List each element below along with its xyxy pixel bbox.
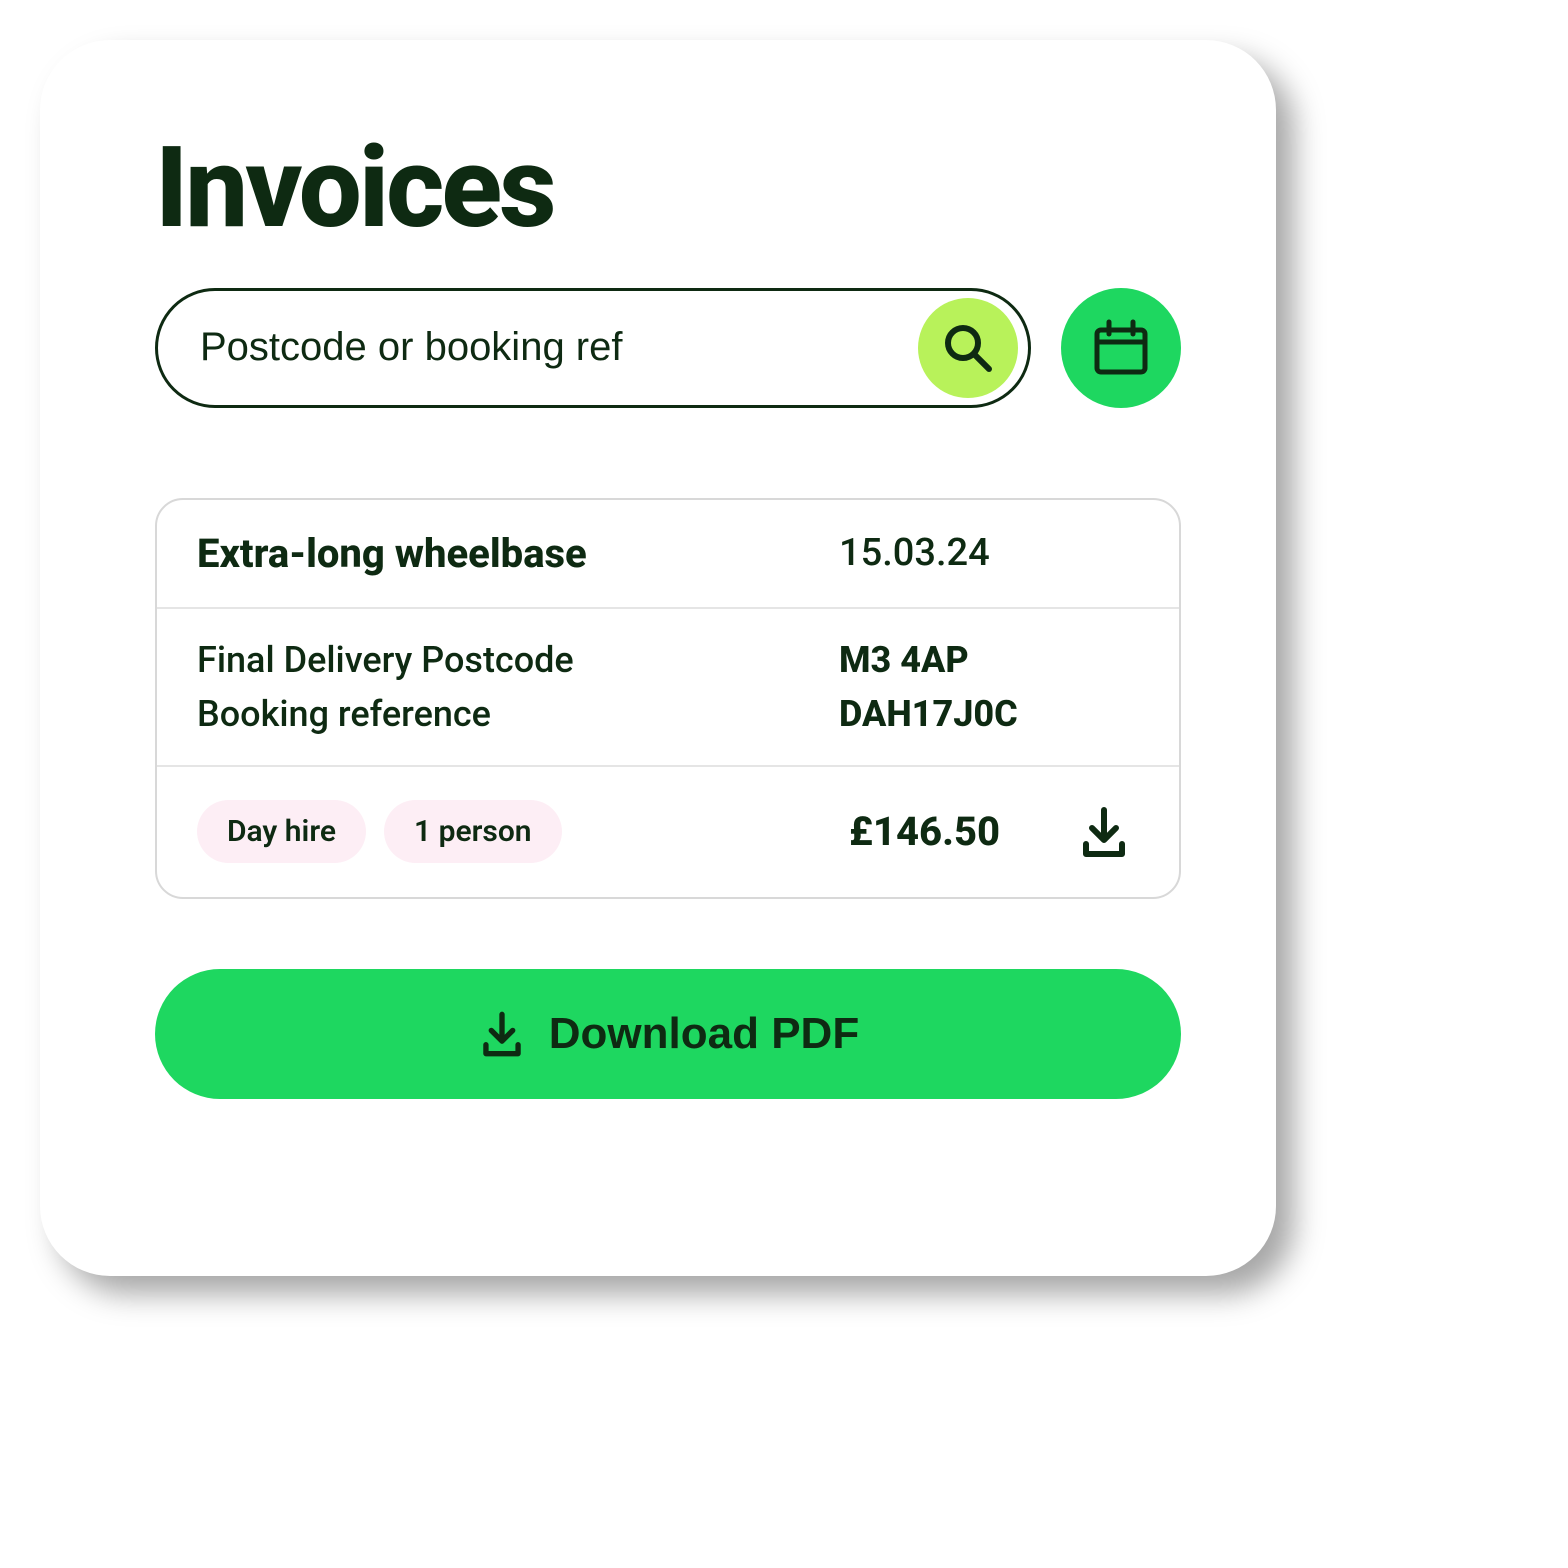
calendar-button[interactable] xyxy=(1061,288,1181,408)
invoice-price: £146.50 xyxy=(849,808,1069,855)
invoice-footer-row: Day hire 1 person £146.50 xyxy=(157,765,1179,897)
booking-ref-label: Booking reference xyxy=(197,693,839,735)
invoice-title: Extra-long wheelbase xyxy=(197,530,839,577)
booking-ref-value: DAH17J0C xyxy=(839,693,1139,735)
invoice-tags: Day hire 1 person xyxy=(197,800,849,863)
tag-hire-type: Day hire xyxy=(197,800,366,863)
postcode-label: Final Delivery Postcode xyxy=(197,639,839,681)
page-title: Invoices xyxy=(155,130,1181,248)
invoice-date: 15.03.24 xyxy=(839,531,1139,575)
postcode-value: M3 4AP xyxy=(839,639,1139,681)
tag-people: 1 person xyxy=(384,800,562,863)
search-row xyxy=(155,288,1181,408)
invoice-header-row: Extra-long wheelbase 15.03.24 xyxy=(157,500,1179,607)
invoice-download-button[interactable] xyxy=(1069,797,1139,867)
invoices-panel: Invoices xyxy=(40,40,1276,1276)
download-icon xyxy=(1076,804,1132,860)
download-pdf-label: Download PDF xyxy=(549,1009,859,1059)
download-icon xyxy=(477,1009,527,1059)
search-input[interactable] xyxy=(198,324,906,371)
search-pill xyxy=(155,288,1031,408)
calendar-icon xyxy=(1089,316,1153,380)
invoice-details-row: Final Delivery Postcode Booking referenc… xyxy=(157,607,1179,765)
invoice-card: Extra-long wheelbase 15.03.24 Final Deli… xyxy=(155,498,1181,899)
download-pdf-button[interactable]: Download PDF xyxy=(155,969,1181,1099)
search-icon xyxy=(941,321,995,375)
search-button[interactable] xyxy=(918,298,1018,398)
